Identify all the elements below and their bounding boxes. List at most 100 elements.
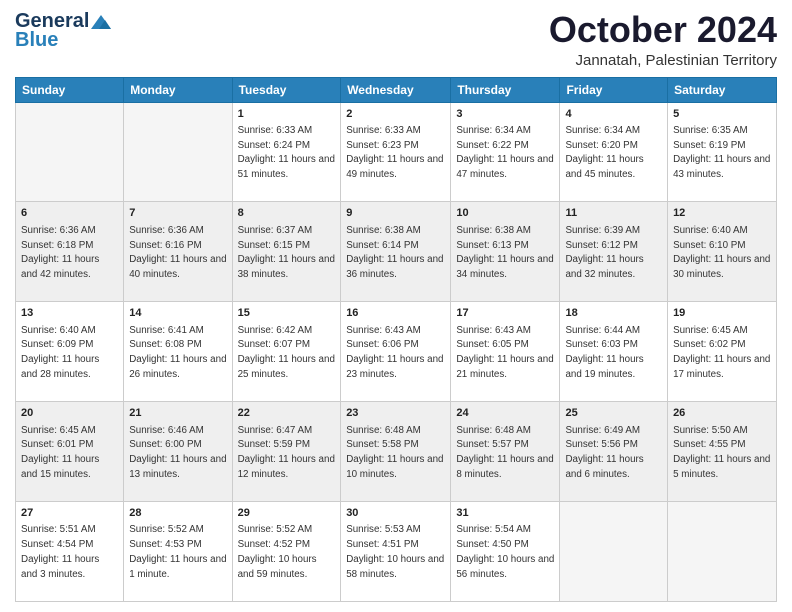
day-cell bbox=[560, 502, 668, 602]
day-number: 6 bbox=[21, 206, 118, 221]
day-cell: 30Sunrise: 5:53 AM Sunset: 4:51 PM Dayli… bbox=[341, 502, 451, 602]
day-info: Sunrise: 6:49 AM Sunset: 5:56 PM Dayligh… bbox=[565, 425, 643, 480]
logo: General Blue bbox=[15, 10, 111, 52]
day-cell: 12 Sunrise: 6:40 AM Sunset: 6:10 PM Dayli… bbox=[668, 202, 777, 302]
day-number: 27 bbox=[21, 506, 118, 521]
day-cell: 4 Sunrise: 6:34 AM Sunset: 6:20 PM Daylig… bbox=[560, 102, 668, 202]
day-number: 28 bbox=[129, 506, 226, 521]
day-cell: 8 Sunrise: 6:37 AM Sunset: 6:15 PM Daylig… bbox=[232, 202, 341, 302]
day-info: Sunrise: 6:38 AM Sunset: 6:13 PM Dayligh… bbox=[456, 225, 553, 280]
day-cell: 3 Sunrise: 6:34 AM Sunset: 6:22 PM Daylig… bbox=[451, 102, 560, 202]
day-info: Sunrise: 6:35 AM Sunset: 6:19 PM Dayligh… bbox=[673, 125, 770, 180]
day-info: Sunrise: 5:51 AM Sunset: 4:54 PM Dayligh… bbox=[21, 524, 99, 579]
day-info: Sunrise: 5:53 AM Sunset: 4:51 PM Dayligh… bbox=[346, 524, 444, 579]
col-saturday: Saturday bbox=[668, 77, 777, 102]
day-cell: 11Sunrise: 6:39 AM Sunset: 6:12 PM Dayli… bbox=[560, 202, 668, 302]
day-info: Sunrise: 5:54 AM Sunset: 4:50 PM Dayligh… bbox=[456, 524, 554, 579]
day-cell: 20Sunrise: 6:45 AM Sunset: 6:01 PM Dayli… bbox=[16, 402, 124, 502]
day-number: 13 bbox=[21, 306, 118, 321]
day-info: Sunrise: 6:36 AM Sunset: 6:16 PM Dayligh… bbox=[129, 225, 226, 280]
page: General Blue October 2024 Jannatah, Pale… bbox=[0, 0, 792, 612]
day-cell: 31 Sunrise: 5:54 AM Sunset: 4:50 PM Dayli… bbox=[451, 502, 560, 602]
day-number: 14 bbox=[129, 306, 226, 321]
day-cell: 10 Sunrise: 6:38 AM Sunset: 6:13 PM Dayli… bbox=[451, 202, 560, 302]
day-info: Sunrise: 6:48 AM Sunset: 5:58 PM Dayligh… bbox=[346, 425, 443, 480]
day-info: Sunrise: 6:44 AM Sunset: 6:03 PM Dayligh… bbox=[565, 325, 643, 380]
day-number: 3 bbox=[456, 107, 554, 122]
day-info: Sunrise: 6:40 AM Sunset: 6:09 PM Dayligh… bbox=[21, 325, 99, 380]
day-number: 16 bbox=[346, 306, 445, 321]
day-number: 31 bbox=[456, 506, 554, 521]
day-info: Sunrise: 6:43 AM Sunset: 6:05 PM Dayligh… bbox=[456, 325, 553, 380]
day-cell: 6Sunrise: 6:36 AM Sunset: 6:18 PM Daylig… bbox=[16, 202, 124, 302]
day-number: 11 bbox=[565, 206, 662, 221]
day-number: 26 bbox=[673, 406, 771, 421]
day-number: 29 bbox=[238, 506, 336, 521]
logo-blue: Blue bbox=[15, 29, 58, 52]
day-cell bbox=[16, 102, 124, 202]
day-number: 1 bbox=[238, 107, 336, 122]
day-info: Sunrise: 6:33 AM Sunset: 6:23 PM Dayligh… bbox=[346, 125, 443, 180]
col-wednesday: Wednesday bbox=[341, 77, 451, 102]
day-number: 5 bbox=[673, 107, 771, 122]
week-row-5: 27 Sunrise: 5:51 AM Sunset: 4:54 PM Dayli… bbox=[16, 502, 777, 602]
header: General Blue October 2024 Jannatah, Pale… bbox=[15, 10, 777, 69]
day-info: Sunrise: 5:50 AM Sunset: 4:55 PM Dayligh… bbox=[673, 425, 770, 480]
day-cell: 16Sunrise: 6:43 AM Sunset: 6:06 PM Dayli… bbox=[341, 302, 451, 402]
calendar-header-row: Sunday Monday Tuesday Wednesday Thursday… bbox=[16, 77, 777, 102]
col-thursday: Thursday bbox=[451, 77, 560, 102]
day-cell: 14Sunrise: 6:41 AM Sunset: 6:08 PM Dayli… bbox=[124, 302, 232, 402]
calendar-table: Sunday Monday Tuesday Wednesday Thursday… bbox=[15, 77, 777, 602]
day-number: 10 bbox=[456, 206, 554, 221]
day-info: Sunrise: 6:34 AM Sunset: 6:22 PM Dayligh… bbox=[456, 125, 553, 180]
day-info: Sunrise: 6:45 AM Sunset: 6:02 PM Dayligh… bbox=[673, 325, 770, 380]
day-number: 4 bbox=[565, 107, 662, 122]
day-cell: 27 Sunrise: 5:51 AM Sunset: 4:54 PM Dayli… bbox=[16, 502, 124, 602]
day-info: Sunrise: 5:52 AM Sunset: 4:52 PM Dayligh… bbox=[238, 524, 317, 579]
day-number: 12 bbox=[673, 206, 771, 221]
day-cell: 17Sunrise: 6:43 AM Sunset: 6:05 PM Dayli… bbox=[451, 302, 560, 402]
day-cell: 7Sunrise: 6:36 AM Sunset: 6:16 PM Daylig… bbox=[124, 202, 232, 302]
day-cell: 21Sunrise: 6:46 AM Sunset: 6:00 PM Dayli… bbox=[124, 402, 232, 502]
day-number: 20 bbox=[21, 406, 118, 421]
day-info: Sunrise: 6:48 AM Sunset: 5:57 PM Dayligh… bbox=[456, 425, 553, 480]
week-row-1: 1 Sunrise: 6:33 AM Sunset: 6:24 PM Daylig… bbox=[16, 102, 777, 202]
day-number: 8 bbox=[238, 206, 336, 221]
day-cell: 2Sunrise: 6:33 AM Sunset: 6:23 PM Daylig… bbox=[341, 102, 451, 202]
day-cell: 1 Sunrise: 6:33 AM Sunset: 6:24 PM Daylig… bbox=[232, 102, 341, 202]
day-cell: 5 Sunrise: 6:35 AM Sunset: 6:19 PM Daylig… bbox=[668, 102, 777, 202]
week-row-2: 6Sunrise: 6:36 AM Sunset: 6:18 PM Daylig… bbox=[16, 202, 777, 302]
day-cell: 22 Sunrise: 6:47 AM Sunset: 5:59 PM Dayli… bbox=[232, 402, 341, 502]
day-cell: 28 Sunrise: 5:52 AM Sunset: 4:53 PM Dayli… bbox=[124, 502, 232, 602]
day-number: 19 bbox=[673, 306, 771, 321]
logo-icon bbox=[91, 15, 111, 29]
day-number: 25 bbox=[565, 406, 662, 421]
day-cell: 26 Sunrise: 5:50 AM Sunset: 4:55 PM Dayli… bbox=[668, 402, 777, 502]
location-title: Jannatah, Palestinian Territory bbox=[549, 52, 777, 69]
day-cell: 9 Sunrise: 6:38 AM Sunset: 6:14 PM Daylig… bbox=[341, 202, 451, 302]
day-cell: 29 Sunrise: 5:52 AM Sunset: 4:52 PM Dayli… bbox=[232, 502, 341, 602]
week-row-3: 13 Sunrise: 6:40 AM Sunset: 6:09 PM Dayli… bbox=[16, 302, 777, 402]
day-info: Sunrise: 5:52 AM Sunset: 4:53 PM Dayligh… bbox=[129, 524, 226, 579]
day-info: Sunrise: 6:38 AM Sunset: 6:14 PM Dayligh… bbox=[346, 225, 443, 280]
day-number: 24 bbox=[456, 406, 554, 421]
day-info: Sunrise: 6:42 AM Sunset: 6:07 PM Dayligh… bbox=[238, 325, 335, 380]
day-cell: 24 Sunrise: 6:48 AM Sunset: 5:57 PM Dayli… bbox=[451, 402, 560, 502]
col-friday: Friday bbox=[560, 77, 668, 102]
day-number: 21 bbox=[129, 406, 226, 421]
day-cell: 25 Sunrise: 6:49 AM Sunset: 5:56 PM Dayli… bbox=[560, 402, 668, 502]
day-info: Sunrise: 6:34 AM Sunset: 6:20 PM Dayligh… bbox=[565, 125, 643, 180]
col-monday: Monday bbox=[124, 77, 232, 102]
day-cell: 18 Sunrise: 6:44 AM Sunset: 6:03 PM Dayli… bbox=[560, 302, 668, 402]
day-number: 18 bbox=[565, 306, 662, 321]
day-number: 22 bbox=[238, 406, 336, 421]
day-cell: 19 Sunrise: 6:45 AM Sunset: 6:02 PM Dayli… bbox=[668, 302, 777, 402]
day-info: Sunrise: 6:40 AM Sunset: 6:10 PM Dayligh… bbox=[673, 225, 770, 280]
day-number: 23 bbox=[346, 406, 445, 421]
day-info: Sunrise: 6:37 AM Sunset: 6:15 PM Dayligh… bbox=[238, 225, 335, 280]
day-number: 9 bbox=[346, 206, 445, 221]
day-info: Sunrise: 6:33 AM Sunset: 6:24 PM Dayligh… bbox=[238, 125, 335, 180]
day-info: Sunrise: 6:47 AM Sunset: 5:59 PM Dayligh… bbox=[238, 425, 335, 480]
day-cell: 23 Sunrise: 6:48 AM Sunset: 5:58 PM Dayli… bbox=[341, 402, 451, 502]
month-title: October 2024 bbox=[549, 10, 777, 50]
